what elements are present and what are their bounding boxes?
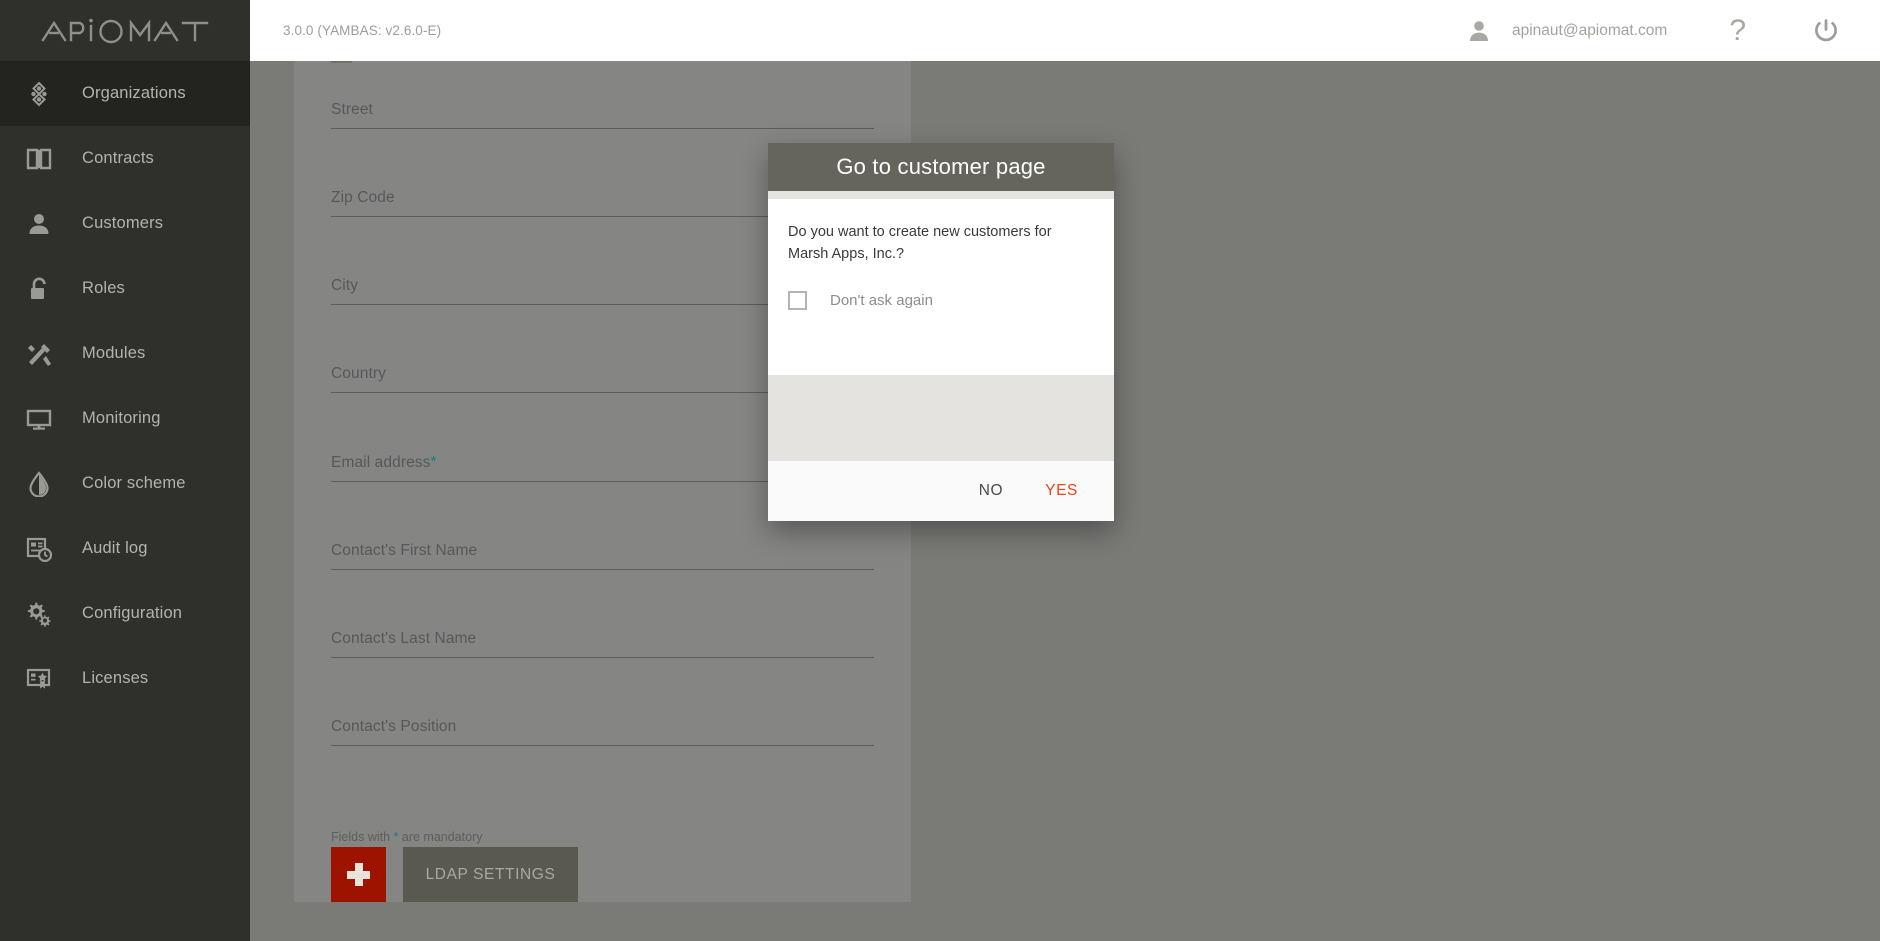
sidebar-item-contracts[interactable]: Contracts — [0, 126, 250, 191]
dont-ask-again-checkbox[interactable] — [788, 291, 807, 310]
lock-icon — [26, 276, 66, 302]
sidebar-item-label: Configuration — [82, 604, 183, 622]
dont-ask-again-label: Don't ask again — [830, 292, 933, 309]
sidebar-item-color-scheme[interactable]: Color scheme — [0, 451, 250, 516]
certificate-icon — [26, 666, 66, 692]
dont-ask-again-row[interactable]: Don't ask again — [788, 291, 1094, 310]
technical-account-row[interactable]: Technical account — [331, 61, 497, 63]
book-icon — [26, 146, 66, 172]
person-icon — [26, 211, 66, 237]
sidebar-item-label: Monitoring — [82, 409, 161, 427]
dialog-separator — [768, 191, 1114, 199]
sidebar-item-label: Licenses — [82, 669, 149, 687]
dialog-title: Go to customer page — [836, 154, 1046, 179]
brand-logo[interactable] — [0, 0, 250, 61]
sidebar-item-configuration[interactable]: Configuration — [0, 581, 250, 646]
field-contact-first-name[interactable]: Contact's First Name — [331, 542, 874, 570]
field-underline — [331, 569, 874, 570]
sidebar-item-organizations[interactable]: Organizations — [0, 61, 250, 126]
tools-icon — [26, 341, 66, 367]
dialog-header: Go to customer page — [768, 143, 1114, 191]
sidebar-item-roles[interactable]: Roles — [0, 256, 250, 321]
field-underline — [331, 745, 874, 746]
power-icon[interactable] — [1812, 17, 1840, 45]
sidebar-item-label: Audit log — [82, 539, 148, 557]
field-label: Contact's Last Name — [331, 630, 477, 647]
field-contact-position[interactable]: Contact's Position — [331, 718, 874, 746]
sidebar-item-label: Contracts — [82, 149, 154, 167]
plus-icon — [347, 863, 370, 886]
user-email-label: apinaut@apiomat.com — [1511, 21, 1668, 39]
field-underline — [331, 128, 874, 129]
field-label: Street — [331, 101, 373, 118]
yes-button[interactable]: YES — [1045, 482, 1078, 500]
apiomat-logo-icon — [41, 18, 209, 43]
sidebar-item-monitoring[interactable]: Monitoring — [0, 386, 250, 451]
sidebar-item-label: Roles — [82, 279, 125, 297]
audit-log-icon — [26, 536, 66, 562]
version-label: 3.0.0 (YAMBAS: v2.6.0-E) — [283, 23, 442, 38]
technical-account-checkbox[interactable] — [331, 61, 352, 63]
sidebar-item-licenses[interactable]: Licenses — [0, 646, 250, 711]
monitor-icon — [26, 406, 66, 432]
sidebar-item-label: Color scheme — [82, 474, 186, 492]
field-contact-last-name[interactable]: Contact's Last Name — [331, 630, 874, 658]
no-button[interactable]: NO — [979, 482, 1003, 500]
sidebar-item-customers[interactable]: Customers — [0, 191, 250, 256]
field-label: Contact's First Name — [331, 542, 478, 559]
person-icon — [1466, 18, 1492, 44]
gears-icon — [26, 601, 66, 627]
ldap-settings-button[interactable]: LDAP SETTINGS — [403, 847, 578, 902]
add-button[interactable] — [331, 847, 386, 902]
sidebar-item-label: Customers — [82, 214, 164, 232]
dialog-body: Do you want to create new customers for … — [768, 199, 1114, 375]
sidebar-item-label: Modules — [82, 344, 146, 362]
field-underline — [331, 657, 874, 658]
technical-account-label: Technical account — [374, 61, 497, 62]
sidebar-item-modules[interactable]: Modules — [0, 321, 250, 386]
mandatory-fields-note: Fields with * are mandatory — [331, 830, 483, 844]
dialog-message: Do you want to create new customers for … — [788, 224, 1052, 262]
dialog-footer: NO YES — [768, 461, 1114, 521]
sidebar-item-label: Organizations — [82, 84, 186, 102]
organizations-icon — [26, 81, 66, 107]
go-to-customer-page-dialog: Go to customer page Do you want to creat… — [768, 143, 1114, 521]
user-account[interactable]: apinaut@apiomat.com — [1466, 18, 1667, 44]
app-root: Organizations Contracts Customers Roles … — [0, 0, 1880, 941]
required-asterisk: * — [430, 454, 437, 471]
form-actions: LDAP SETTINGS — [331, 847, 578, 902]
top-bar: 3.0.0 (YAMBAS: v2.6.0-E) apinaut@apiomat… — [250, 0, 1880, 61]
dialog-filler — [768, 375, 1114, 461]
field-street[interactable]: Street — [331, 101, 874, 129]
droplet-icon — [26, 470, 66, 497]
question-mark-icon[interactable]: ? — [1729, 15, 1746, 46]
sidebar: Organizations Contracts Customers Roles … — [0, 0, 250, 941]
top-bar-right: apinaut@apiomat.com ? — [1466, 0, 1880, 61]
sidebar-item-audit-log[interactable]: Audit log — [0, 516, 250, 581]
field-label: Contact's Position — [331, 718, 457, 735]
